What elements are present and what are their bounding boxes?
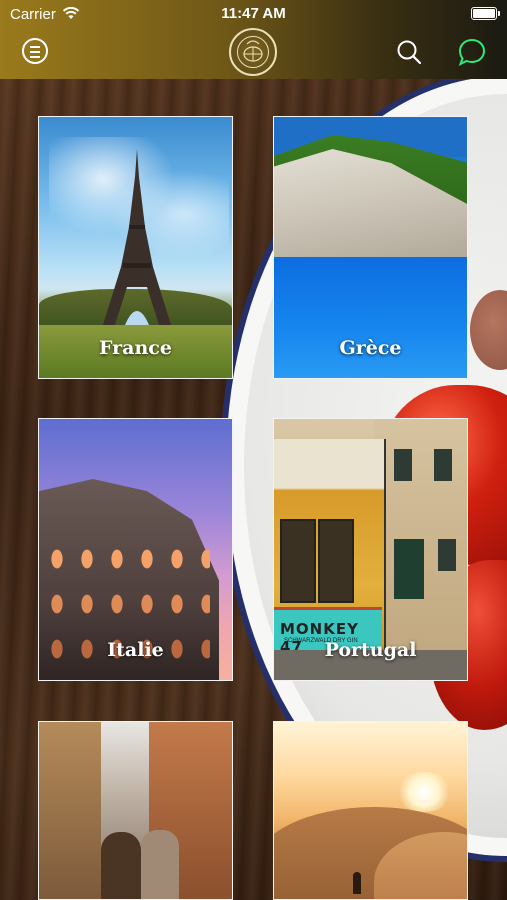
menu-line <box>30 51 40 53</box>
sun <box>394 772 454 812</box>
destination-card-grece[interactable]: Grèce <box>273 116 468 379</box>
window <box>394 539 424 599</box>
window <box>434 449 452 481</box>
tram-window <box>318 519 354 603</box>
destination-card-portugal[interactable]: MONKEY 47 SCHWARZWALD DRY GIN Portugal <box>273 418 468 681</box>
destination-label: France <box>99 337 172 359</box>
search-icon[interactable] <box>396 39 422 65</box>
destination-card-street[interactable] <box>38 721 233 900</box>
status-time: 11:47 AM <box>221 5 286 22</box>
chat-icon[interactable] <box>457 37 487 67</box>
globe-icon <box>243 40 263 62</box>
brand-logo[interactable] <box>229 28 277 76</box>
person <box>101 832 141 899</box>
status-bar: Carrier 11:47 AM <box>0 0 507 28</box>
eiffel-tower-icon <box>103 149 171 325</box>
app-header: Carrier 11:47 AM <box>0 0 507 79</box>
person <box>353 872 361 894</box>
menu-button[interactable] <box>22 38 48 64</box>
destination-card-desert[interactable] <box>273 721 468 900</box>
sea <box>274 257 467 378</box>
battery-icon <box>471 7 500 20</box>
person <box>141 830 179 899</box>
menu-line <box>30 46 40 48</box>
window <box>438 539 456 571</box>
menu-line <box>30 56 40 58</box>
window <box>394 449 412 481</box>
destination-label: Italie <box>107 639 164 661</box>
building <box>39 722 101 899</box>
destination-card-france[interactable]: France <box>38 116 233 379</box>
destination-label: Grèce <box>339 337 402 359</box>
destination-label: Portugal <box>324 639 417 661</box>
destination-card-italie[interactable]: Italie <box>38 418 233 681</box>
tram-window <box>280 519 316 603</box>
